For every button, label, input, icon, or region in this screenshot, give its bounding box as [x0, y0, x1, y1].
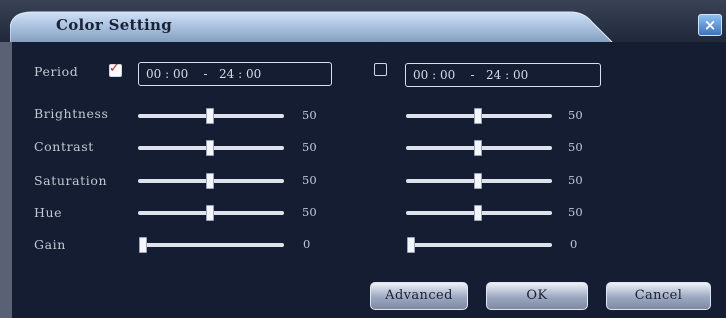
period-2-checkbox[interactable] [374, 63, 387, 76]
gain-label: Gain [34, 237, 66, 252]
contrast-1-slider-handle[interactable] [206, 140, 214, 156]
period-1-time-range[interactable]: 00 : 00 - 24 : 00 [138, 62, 332, 86]
gain-1-slider[interactable] [140, 243, 284, 247]
hue-1-value: 50 [302, 205, 317, 219]
gain-2-slider-handle[interactable] [407, 237, 415, 253]
contrast-2-slider-handle[interactable] [474, 140, 482, 156]
saturation-2-value: 50 [568, 173, 583, 187]
brightness-label: Brightness [34, 106, 109, 121]
title-bar: Color Setting × [0, 0, 726, 44]
saturation-1-value: 50 [302, 173, 317, 187]
dialog-title: Color Setting [56, 16, 172, 34]
gain-1-slider-handle[interactable] [139, 237, 147, 253]
gain-2-slider[interactable] [408, 243, 552, 247]
checkmark-icon: ✓ [109, 61, 120, 76]
period-2-time-range[interactable]: 00 : 00 - 24 : 00 [405, 63, 601, 87]
period-2-start[interactable]: 00 : 00 [413, 68, 455, 82]
hue-2-value: 50 [568, 205, 583, 219]
advanced-button[interactable]: Advanced [370, 282, 468, 310]
period-1-end[interactable]: 24 : 00 [219, 67, 261, 81]
window-left-edge [0, 42, 12, 318]
hue-label: Hue [34, 205, 63, 220]
brightness-1-value: 50 [302, 108, 317, 122]
brightness-2-value: 50 [568, 108, 583, 122]
contrast-2-value: 50 [568, 140, 583, 154]
brightness-2-slider-handle[interactable] [474, 108, 482, 124]
hue-1-slider-handle[interactable] [206, 205, 214, 221]
contrast-1-value: 50 [302, 140, 317, 154]
gain-2-value: 0 [570, 237, 578, 251]
hue-2-slider-handle[interactable] [474, 205, 482, 221]
period-1-checkbox[interactable]: ✓ [109, 61, 122, 77]
saturation-1-slider-handle[interactable] [206, 173, 214, 189]
period-2-end[interactable]: 24 : 00 [486, 68, 528, 82]
period-label: Period [34, 64, 79, 79]
contrast-label: Contrast [34, 139, 94, 154]
ok-button[interactable]: OK [486, 282, 588, 310]
close-button[interactable]: × [698, 14, 722, 36]
period-1-start[interactable]: 00 : 00 [146, 67, 188, 81]
settings-panel: Period ✓ 00 : 00 - 24 : 00 00 : 00 - 24 … [12, 42, 726, 318]
saturation-label: Saturation [34, 173, 108, 188]
saturation-2-slider-handle[interactable] [474, 173, 482, 189]
gain-1-value: 0 [303, 237, 311, 251]
brightness-1-slider-handle[interactable] [206, 108, 214, 124]
color-setting-dialog: Color Setting × Period ✓ 00 : 00 - 24 : … [0, 0, 726, 318]
cancel-button[interactable]: Cancel [606, 282, 711, 310]
